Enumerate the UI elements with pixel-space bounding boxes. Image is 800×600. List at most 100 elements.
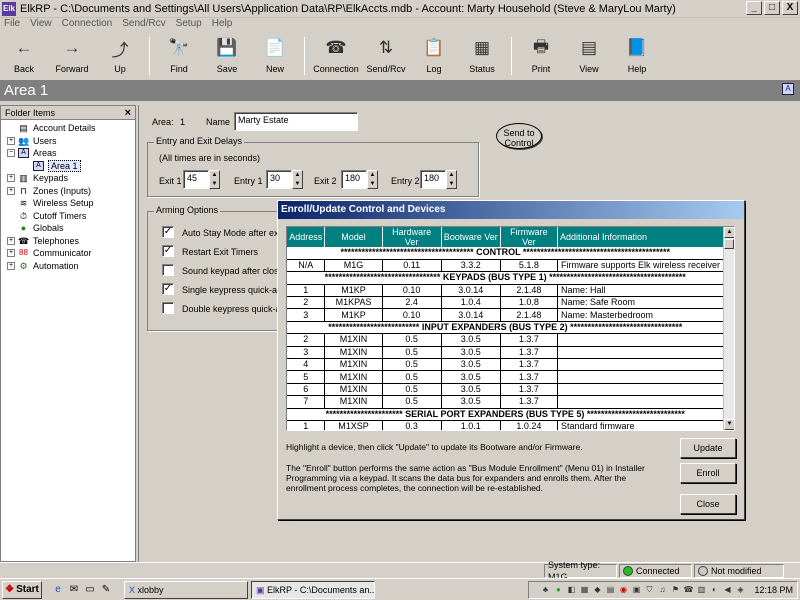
tray-icon[interactable]: ♣ bbox=[540, 585, 550, 595]
spin-arrows-icon[interactable]: ▲ ▼ bbox=[292, 170, 303, 189]
table-row[interactable]: 7 M1XIN 0.5 3.0.5 1.3.7 bbox=[287, 395, 725, 409]
table-row[interactable]: 4 M1XIN 0.5 3.0.5 1.3.7 bbox=[287, 358, 725, 372]
exit2-input[interactable]: 180 bbox=[341, 170, 367, 189]
menu-setup[interactable]: Setup bbox=[176, 18, 202, 33]
menu-help[interactable]: Help bbox=[212, 18, 233, 33]
table-section-row[interactable]: ********************** SERIAL PORT EXPAN… bbox=[287, 408, 724, 421]
tray-icon[interactable]: ☎ bbox=[683, 585, 693, 595]
spin-arrows-icon[interactable]: ▲ ▼ bbox=[367, 170, 378, 189]
col-hardware[interactable]: Hardware Ver bbox=[382, 227, 442, 247]
collapse-icon[interactable]: − bbox=[7, 149, 15, 158]
double-keypress-checkbox[interactable] bbox=[162, 302, 174, 314]
menu-send-rcv[interactable]: Send/Rcv bbox=[122, 18, 165, 33]
scroll-up-icon[interactable]: ▲ bbox=[724, 227, 734, 238]
entry1-input[interactable]: 30 bbox=[266, 170, 292, 189]
tray-icon[interactable]: ♫ bbox=[657, 585, 667, 595]
show-desktop-icon[interactable]: ▭ bbox=[84, 584, 96, 596]
tray-icon[interactable]: ◉ bbox=[618, 585, 628, 595]
tree-item-automation[interactable]: + ⚙ Automation bbox=[1, 260, 135, 273]
close-dialog-button[interactable]: Close bbox=[680, 494, 736, 514]
restart-exit-timers-checkbox[interactable]: ✓ bbox=[162, 245, 174, 257]
tray-icon[interactable]: ▦ bbox=[579, 585, 589, 595]
volume-icon[interactable]: ◀ bbox=[722, 585, 732, 595]
exit1-input[interactable]: 45 bbox=[183, 170, 209, 189]
enroll-button[interactable]: Enroll bbox=[680, 463, 736, 483]
auto-stay-checkbox[interactable]: ✓ bbox=[162, 226, 174, 238]
tree-item-areas[interactable]: − A Areas bbox=[1, 147, 135, 160]
tree-item-telephones[interactable]: + ☎ Telephones bbox=[1, 235, 135, 248]
tray-icon[interactable]: ◈ bbox=[735, 585, 745, 595]
table-row[interactable]: 3 M1KP 0.10 3.0.14 2.1.48 Name: Masterbedroom bbox=[287, 308, 725, 322]
tree-item-keypads[interactable]: + ▥ Keypads bbox=[1, 172, 135, 185]
tree-item-wireless-setup[interactable]: ≋ Wireless Setup bbox=[1, 197, 135, 210]
expand-icon[interactable]: + bbox=[7, 186, 15, 195]
table-row[interactable]: 5 M1XIN 0.5 3.0.5 1.3.7 bbox=[287, 370, 725, 384]
maximize-button[interactable]: □ bbox=[764, 1, 780, 15]
taskbar-item-elkrp[interactable]: ▣ ElkRP - C:\Documents an... bbox=[251, 580, 375, 599]
tray-icon[interactable]: ◧ bbox=[566, 585, 576, 595]
table-row[interactable]: 6 M1XIN 0.5 3.0.5 1.3.7 bbox=[287, 383, 725, 397]
exit1-spinner[interactable]: 45 ▲ ▼ bbox=[183, 170, 220, 189]
save-button[interactable]: 💾 Save bbox=[203, 37, 251, 74]
tray-icon[interactable]: ▤ bbox=[605, 585, 615, 595]
table-section-row[interactable]: ************************************** C… bbox=[287, 247, 724, 260]
view-button[interactable]: ▤ View bbox=[565, 37, 613, 74]
back-button[interactable]: ← Back bbox=[0, 37, 48, 74]
tree-item-zones[interactable]: + ⊓ Zones (Inputs) bbox=[1, 185, 135, 198]
col-firmware[interactable]: Firmware Ver bbox=[500, 227, 558, 247]
close-button[interactable]: X bbox=[782, 1, 798, 15]
menu-file[interactable]: File bbox=[4, 18, 20, 33]
internet-explorer-icon[interactable]: e bbox=[52, 584, 64, 596]
expand-icon[interactable]: + bbox=[7, 261, 15, 270]
help-button[interactable]: 📘 Help bbox=[613, 37, 661, 74]
tray-icon[interactable]: ◆ bbox=[592, 585, 602, 595]
up-button[interactable]: ⤴ Up bbox=[96, 37, 144, 75]
tree-item-area-1[interactable]: A Area 1 bbox=[1, 159, 135, 173]
menu-connection[interactable]: Connection bbox=[62, 18, 113, 33]
col-address[interactable]: Address bbox=[287, 227, 326, 247]
area-name-input[interactable]: Marty Estate bbox=[234, 112, 358, 131]
tray-icon[interactable]: ⚑ bbox=[670, 585, 680, 595]
table-section-row[interactable]: ************************** INPUT EXPANDE… bbox=[287, 321, 724, 335]
forward-button[interactable]: → Forward bbox=[48, 37, 96, 74]
start-button[interactable]: ❖ Start bbox=[2, 580, 42, 599]
single-keypress-checkbox[interactable]: ✓ bbox=[162, 283, 174, 295]
clock[interactable]: 12:18 PM bbox=[754, 585, 793, 595]
table-row[interactable]: 1 M1XSP 0.3 1.0.1 1.0.24 Standard firmware bbox=[287, 420, 725, 430]
expand-icon[interactable]: + bbox=[7, 249, 15, 258]
update-button[interactable]: Update bbox=[680, 438, 736, 458]
entry2-spinner[interactable]: 180 ▲ ▼ bbox=[420, 170, 457, 189]
col-bootware[interactable]: Bootware Ver bbox=[441, 227, 501, 247]
status-button[interactable]: ▦ Status bbox=[458, 37, 506, 74]
exit2-spinner[interactable]: 180 ▲ ▼ bbox=[341, 170, 378, 189]
tree-item-users[interactable]: + 👥 Users bbox=[1, 135, 135, 148]
table-row[interactable]: 3 M1XIN 0.5 3.0.5 1.3.7 bbox=[287, 346, 725, 360]
tree-item-globals[interactable]: ● Globals bbox=[1, 222, 135, 235]
spin-arrows-icon[interactable]: ▲ ▼ bbox=[209, 170, 220, 189]
shield-icon[interactable]: ⛉ bbox=[644, 585, 654, 595]
sound-keypad-checkbox[interactable] bbox=[162, 264, 174, 276]
tray-icon[interactable]: ▣ bbox=[631, 585, 641, 595]
entry2-input[interactable]: 180 bbox=[420, 170, 446, 189]
outlook-icon[interactable]: ✉ bbox=[68, 584, 80, 596]
quicklaunch-icon[interactable]: ✎ bbox=[100, 584, 112, 596]
find-button[interactable]: 🔭 Find bbox=[155, 37, 203, 74]
table-row[interactable]: 1 M1KP 0.10 3.0.14 2.1.48 Name: Hall bbox=[287, 284, 725, 298]
taskbar-item-xlobby[interactable]: X xlobby bbox=[124, 580, 248, 599]
scroll-thumb[interactable] bbox=[724, 239, 734, 249]
send-to-control-button[interactable]: Send to Control bbox=[496, 123, 542, 149]
connection-button[interactable]: ☎ Connection bbox=[310, 37, 362, 74]
table-row[interactable]: N/A M1G 0.11 3.3.2 5.1.8 Firmware supports El… bbox=[287, 259, 725, 273]
table-section-row[interactable]: ********************************* KEYPAD… bbox=[287, 271, 724, 285]
print-button[interactable]: 🖶 Print bbox=[517, 37, 565, 75]
send-rcv-button[interactable]: ⇅ Send/Rcv bbox=[362, 37, 410, 74]
entry1-spinner[interactable]: 30 ▲ ▼ bbox=[266, 170, 303, 189]
expand-icon[interactable]: + bbox=[7, 136, 15, 145]
tree-item-cutoff-timers[interactable]: ⏱ Cutoff Timers bbox=[1, 210, 135, 223]
col-model[interactable]: Model bbox=[324, 227, 383, 247]
folder-panel-close-icon[interactable]: × bbox=[125, 106, 131, 120]
menu-view[interactable]: View bbox=[30, 18, 52, 33]
tree-item-communicator[interactable]: +88 Communicator bbox=[1, 247, 135, 260]
table-row[interactable]: 2 M1XIN 0.5 3.0.5 1.3.7 bbox=[287, 333, 725, 347]
minimize-button[interactable]: _ bbox=[746, 1, 762, 15]
